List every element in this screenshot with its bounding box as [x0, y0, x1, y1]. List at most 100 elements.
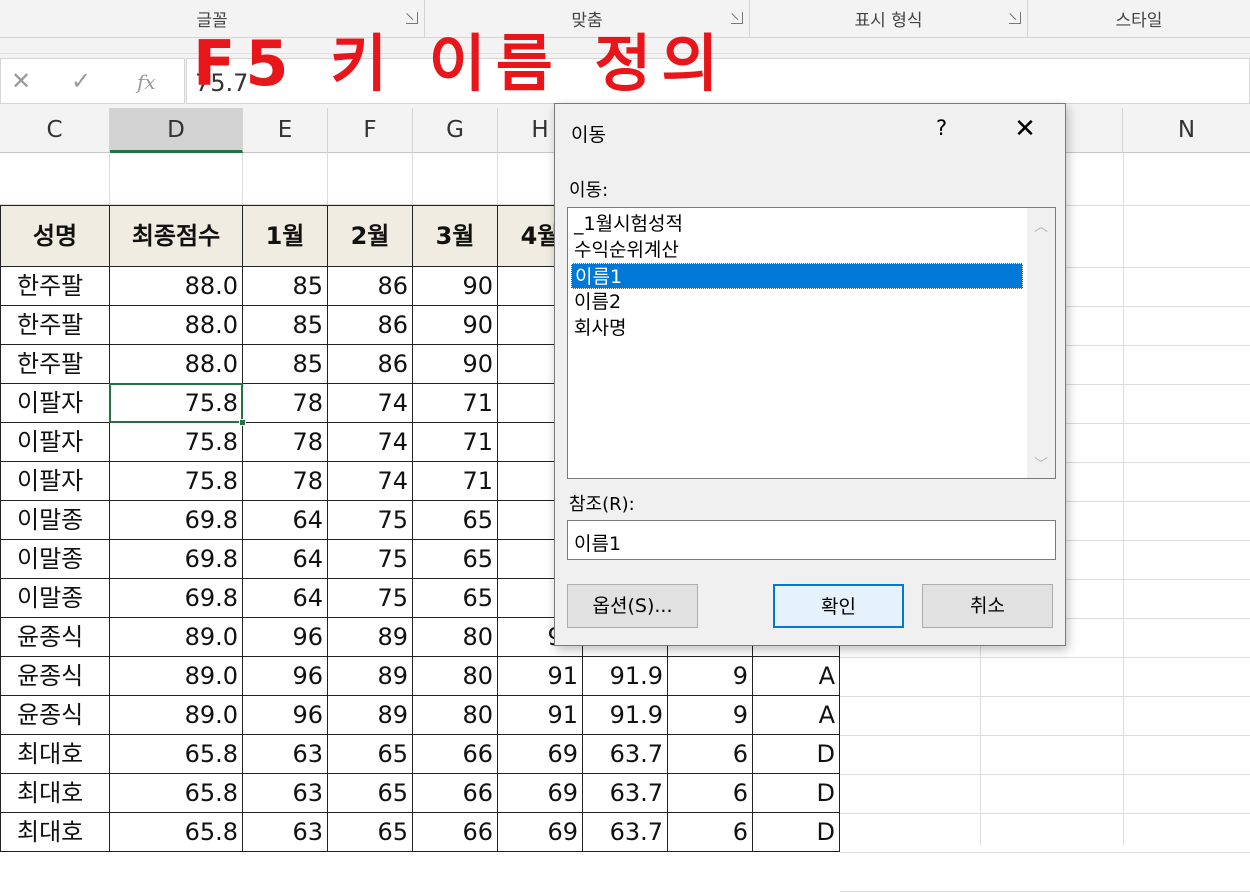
value-cell[interactable]: 89.0: [110, 696, 243, 735]
value-cell[interactable]: 86: [328, 345, 413, 384]
goto-list-item[interactable]: 이름2: [571, 289, 1023, 315]
value-cell[interactable]: 66: [413, 735, 498, 774]
column-header-e[interactable]: E: [243, 108, 328, 153]
name-cell[interactable]: 최대호: [0, 774, 110, 813]
ribbon-group-styles[interactable]: 스타일: [1028, 0, 1250, 38]
value-cell[interactable]: 71: [413, 423, 498, 462]
value-cell[interactable]: 90: [413, 306, 498, 345]
value-cell[interactable]: 78: [243, 423, 328, 462]
table-header-cell[interactable]: 3월: [413, 205, 498, 267]
value-cell[interactable]: 65: [413, 501, 498, 540]
name-cell[interactable]: 이말종: [0, 579, 110, 618]
value-cell[interactable]: 75: [328, 501, 413, 540]
goto-list-item[interactable]: 수익순위계산: [571, 237, 1023, 263]
value-cell[interactable]: 89: [328, 696, 413, 735]
value-cell[interactable]: 91.9: [583, 696, 668, 735]
value-cell[interactable]: 89.0: [110, 657, 243, 696]
value-cell[interactable]: 80: [413, 618, 498, 657]
value-cell[interactable]: 75: [328, 579, 413, 618]
value-cell[interactable]: 63.7: [583, 813, 668, 852]
value-cell[interactable]: 88.0: [110, 345, 243, 384]
column-header-n[interactable]: N: [1123, 108, 1250, 153]
value-cell[interactable]: D: [753, 774, 840, 813]
value-cell[interactable]: 96: [243, 657, 328, 696]
value-cell[interactable]: 80: [413, 657, 498, 696]
value-cell[interactable]: 90: [413, 267, 498, 306]
value-cell[interactable]: 63: [243, 813, 328, 852]
name-cell[interactable]: 이팔자: [0, 462, 110, 501]
name-cell[interactable]: 이팔자: [0, 384, 110, 423]
value-cell[interactable]: 78: [243, 384, 328, 423]
column-header-f[interactable]: F: [328, 108, 413, 153]
value-cell[interactable]: A: [753, 657, 840, 696]
value-cell[interactable]: 63.7: [583, 774, 668, 813]
value-cell[interactable]: 88.0: [110, 306, 243, 345]
value-cell[interactable]: 85: [243, 306, 328, 345]
value-cell[interactable]: 64: [243, 501, 328, 540]
value-cell[interactable]: 63: [243, 774, 328, 813]
value-cell[interactable]: 85: [243, 267, 328, 306]
value-cell[interactable]: 69: [498, 774, 583, 813]
name-cell[interactable]: 윤종식: [0, 696, 110, 735]
reference-input[interactable]: 이름1: [567, 520, 1056, 560]
value-cell[interactable]: 69: [498, 813, 583, 852]
close-icon[interactable]: ✕: [1010, 114, 1040, 144]
value-cell[interactable]: 9: [668, 657, 753, 696]
value-cell[interactable]: 89: [328, 657, 413, 696]
value-cell[interactable]: 6: [668, 735, 753, 774]
cancel-button[interactable]: 취소: [922, 584, 1053, 628]
dialog-launcher-icon[interactable]: [1009, 12, 1021, 24]
value-cell[interactable]: 74: [328, 384, 413, 423]
value-cell[interactable]: 88.0: [110, 267, 243, 306]
value-cell[interactable]: 90: [413, 345, 498, 384]
value-cell[interactable]: 85: [243, 345, 328, 384]
value-cell[interactable]: 96: [243, 696, 328, 735]
value-cell[interactable]: 86: [328, 267, 413, 306]
value-cell[interactable]: 96: [243, 618, 328, 657]
value-cell[interactable]: 74: [328, 423, 413, 462]
help-icon[interactable]: ?: [936, 116, 947, 140]
value-cell[interactable]: 86: [328, 306, 413, 345]
value-cell[interactable]: 75.8: [110, 423, 243, 462]
value-cell[interactable]: 74: [328, 462, 413, 501]
options-button[interactable]: 옵션(S)...: [567, 584, 698, 628]
value-cell[interactable]: 69: [498, 735, 583, 774]
scroll-down-icon[interactable]: ﹀: [1033, 454, 1049, 473]
value-cell[interactable]: 91.9: [583, 657, 668, 696]
ok-button[interactable]: 확인: [773, 584, 904, 628]
grid-cell[interactable]: [243, 153, 328, 205]
value-cell[interactable]: 89: [328, 618, 413, 657]
value-cell[interactable]: 80: [413, 696, 498, 735]
grid-cell[interactable]: [328, 153, 413, 205]
value-cell[interactable]: 65: [328, 735, 413, 774]
value-cell[interactable]: 65.8: [110, 774, 243, 813]
enter-icon[interactable]: ✓: [71, 67, 91, 95]
goto-list[interactable]: _1월시험성적 수익순위계산 이름1 이름2 회사명 ︿ ﹀: [567, 207, 1056, 479]
scroll-up-icon[interactable]: ︿: [1033, 216, 1049, 235]
value-cell[interactable]: A: [753, 696, 840, 735]
value-cell[interactable]: 89.0: [110, 618, 243, 657]
value-cell[interactable]: 65: [328, 774, 413, 813]
value-cell[interactable]: 66: [413, 813, 498, 852]
name-cell[interactable]: 한주팔: [0, 306, 110, 345]
value-cell[interactable]: 78: [243, 462, 328, 501]
value-cell[interactable]: D: [753, 813, 840, 852]
grid-cell[interactable]: [413, 153, 498, 205]
goto-list-item[interactable]: 이름1: [571, 263, 1023, 289]
value-cell[interactable]: 65: [413, 579, 498, 618]
column-header-d[interactable]: D: [110, 108, 243, 153]
value-cell[interactable]: 65.8: [110, 735, 243, 774]
value-cell[interactable]: 69.8: [110, 540, 243, 579]
value-cell[interactable]: 71: [413, 384, 498, 423]
value-cell[interactable]: 64: [243, 579, 328, 618]
value-cell[interactable]: 6: [668, 774, 753, 813]
name-cell[interactable]: 한주팔: [0, 267, 110, 306]
dialog-launcher-icon[interactable]: [731, 12, 743, 24]
value-cell[interactable]: 71: [413, 462, 498, 501]
value-cell[interactable]: 6: [668, 813, 753, 852]
name-cell[interactable]: 최대호: [0, 735, 110, 774]
name-cell[interactable]: 최대호: [0, 813, 110, 852]
cancel-icon[interactable]: ✕: [11, 67, 31, 95]
dialog-launcher-icon[interactable]: [406, 12, 418, 24]
list-scrollbar[interactable]: ︿ ﹀: [1027, 208, 1055, 478]
